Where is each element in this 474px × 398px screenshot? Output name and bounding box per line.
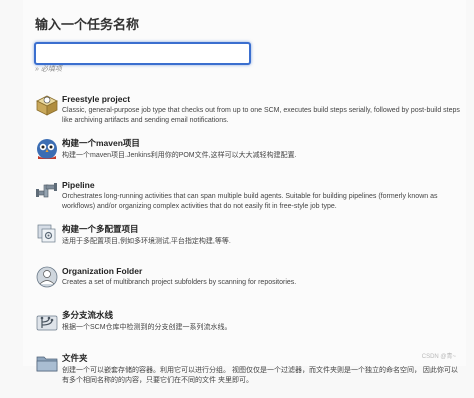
item-label: 构建一个maven项目 [62,138,140,148]
item-desc: 创建一个可以嵌套存储的容器。利用它可以进行分组。 视图仅仅是一个过滤器，而文件夹… [62,367,458,384]
item-name-input[interactable] [34,42,251,65]
item-type-freestyle[interactable]: Freestyle project Classic, general-purpo… [32,90,462,133]
item-label: Pipeline [62,180,95,190]
item-label: Freestyle project [62,94,131,104]
item-type-maven[interactable]: 构建一个maven项目 构建一个maven项目.Jenkins利用你的POM文件… [32,133,462,176]
new-item-page: 输入一个任务名称 » 必填项 Freestyle project Classic… [23,0,466,384]
multi-config-icon [35,222,59,246]
item-type-organization-folder[interactable]: Organization Folder Creates a set of mul… [32,262,462,305]
item-label: Organization Folder [62,266,143,276]
item-desc: 适用于多配置项目,例如多环境测试,平台指定构建,等等. [62,238,231,245]
folder-icon [35,351,59,375]
maven-owl-icon [35,136,59,160]
item-desc: Creates a set of multibranch project sub… [62,279,297,286]
item-desc: Orchestrates long-running activities tha… [62,193,438,210]
page-title: 输入一个任务名称 [35,17,140,32]
item-label: 多分支流水线 [62,310,114,320]
item-label: 文件夹 [62,353,88,363]
pipeline-pipes-icon [35,179,59,203]
freestyle-box-icon [35,93,59,117]
item-desc: 根据一个SCM仓库中检测到的分支创建一系列流水线。 [62,324,232,331]
item-type-folder[interactable]: 文件夹 创建一个可以嵌套存储的容器。利用它可以进行分组。 视图仅仅是一个过滤器，… [32,348,462,398]
multibranch-icon [35,308,59,332]
watermark: CSDN @青~ [421,354,456,360]
item-type-pipeline[interactable]: Pipeline Orchestrates long-running activ… [32,176,462,219]
organization-folder-icon [35,265,59,289]
item-type-multibranch[interactable]: 多分支流水线 根据一个SCM仓库中检测到的分支创建一系列流水线。 [32,305,462,348]
item-desc: 构建一个maven项目.Jenkins利用你的POM文件,这样可以大大减轻构建配… [62,152,297,159]
item-desc: Classic, general-purpose job type that c… [62,107,460,124]
item-label: 构建一个多配置项目 [62,224,139,234]
required-hint: » 必填项 [35,66,62,73]
item-type-multi-config[interactable]: 构建一个多配置项目 适用于多配置项目,例如多环境测试,平台指定构建,等等. [32,219,462,262]
item-type-list: Freestyle project Classic, general-purpo… [32,90,462,398]
